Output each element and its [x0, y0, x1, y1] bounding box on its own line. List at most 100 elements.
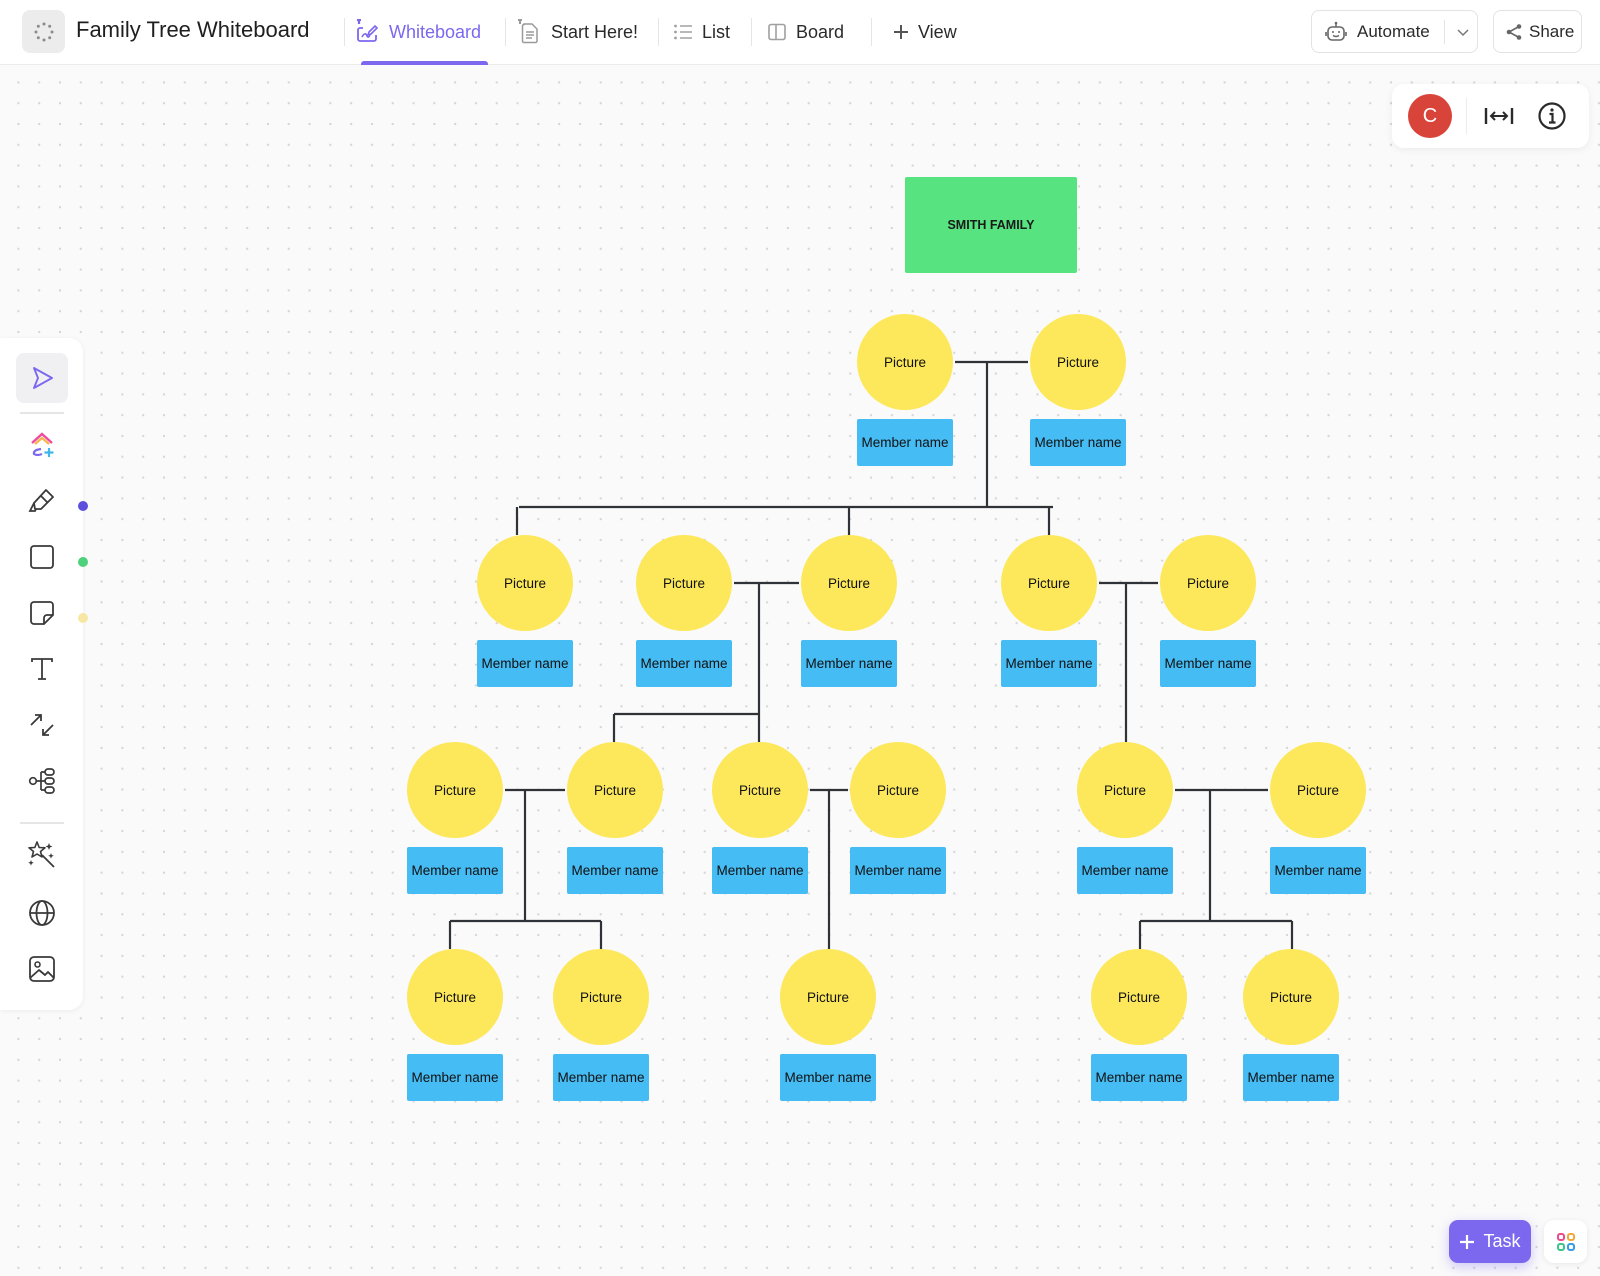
family-member[interactable]: Picture Member name — [636, 535, 732, 687]
connector-tool[interactable] — [16, 700, 68, 750]
family-member[interactable]: Picture Member name — [712, 742, 808, 894]
apps-grid-icon — [1556, 1232, 1575, 1251]
divider — [658, 18, 659, 46]
picture-label: Picture — [663, 576, 705, 591]
select-tool[interactable] — [16, 353, 68, 403]
picture-label: Picture — [504, 576, 546, 591]
pen-color-indicator[interactable] — [78, 501, 88, 511]
tab-list[interactable]: List — [673, 14, 730, 50]
loading-dots-icon — [34, 22, 53, 41]
member-name-label: Member name — [640, 656, 727, 671]
picture-label: Picture — [828, 576, 870, 591]
family-member[interactable]: Picture Member name — [1270, 742, 1366, 894]
ai-create-tool[interactable] — [16, 420, 68, 470]
family-member[interactable]: Picture Member name — [477, 535, 573, 687]
globe-icon — [29, 900, 55, 926]
family-member[interactable]: Picture Member name — [407, 742, 503, 894]
title-text: SMITH FAMILY — [947, 218, 1035, 232]
family-member[interactable]: Picture Member name — [780, 949, 876, 1101]
tab-start-here[interactable]: Start Here! — [516, 14, 638, 50]
mind-map-tool[interactable] — [16, 756, 68, 806]
divider — [751, 18, 752, 46]
picture-label: Picture — [884, 355, 926, 370]
whiteboard-icon — [357, 19, 379, 42]
family-member[interactable]: Picture Member name — [1077, 742, 1173, 894]
info-button[interactable] — [1536, 100, 1568, 132]
picture-label: Picture — [1270, 990, 1312, 1005]
chevron-down-icon[interactable] — [1455, 24, 1471, 40]
family-tree-diagram: SMITH FAMILY Picture Member name Picture Me… — [407, 177, 1366, 1101]
connector-arrows-icon — [30, 714, 54, 736]
page-title: Family Tree Whiteboard — [76, 17, 310, 42]
sticky-note-tool[interactable] — [16, 588, 68, 638]
shape-tool[interactable] — [16, 532, 68, 582]
picture-label: Picture — [1187, 576, 1229, 591]
tab-label: View — [918, 21, 957, 42]
member-name-label: Member name — [805, 656, 892, 671]
family-member[interactable]: Picture Member name — [801, 535, 897, 687]
family-member[interactable]: Picture Member name — [567, 742, 663, 894]
cursor-icon — [33, 367, 53, 389]
whiteboard-toolbar — [0, 338, 88, 1010]
tab-whiteboard[interactable]: Whiteboard — [354, 14, 481, 50]
tab-label: Board — [796, 21, 845, 42]
list-icon — [674, 24, 692, 40]
picture-label: Picture — [877, 783, 919, 798]
family-member[interactable]: Picture Member name — [857, 314, 953, 466]
family-member[interactable]: Picture Member name — [1091, 949, 1187, 1101]
plus-icon — [1460, 1234, 1475, 1249]
image-icon — [29, 956, 55, 982]
member-name-label: Member name — [716, 863, 803, 878]
picture-label: Picture — [434, 783, 476, 798]
tab-label: List — [702, 21, 731, 42]
sticky-note-color-indicator[interactable] — [78, 613, 88, 623]
family-member[interactable]: Picture Member name — [850, 742, 946, 894]
shape-color-indicator[interactable] — [78, 557, 88, 567]
member-name-label: Member name — [411, 1070, 498, 1085]
active-tab-indicator — [361, 61, 488, 65]
member-name-label: Member name — [854, 863, 941, 878]
add-task-button[interactable]: Task — [1449, 1220, 1531, 1263]
divider — [344, 18, 345, 46]
magic-wand-icon — [28, 841, 55, 868]
ai-create-icon — [31, 432, 54, 457]
pen-tool[interactable] — [16, 476, 68, 526]
family-member[interactable]: Picture Member name — [553, 949, 649, 1101]
board-icon — [768, 23, 786, 41]
share-button[interactable]: Share — [1493, 10, 1582, 53]
member-name-label: Member name — [411, 863, 498, 878]
image-tool[interactable] — [16, 944, 68, 994]
whiteboard-canvas[interactable]: SMITH FAMILY Picture Member name Picture Me… — [0, 66, 1600, 1276]
member-name-label: Member name — [571, 863, 658, 878]
divider — [505, 18, 506, 46]
apps-button[interactable] — [1544, 1220, 1587, 1263]
fit-width-button[interactable] — [1482, 100, 1516, 132]
ai-magic-tool[interactable] — [16, 830, 68, 880]
family-member[interactable]: Picture Member name — [1001, 535, 1097, 687]
space-icon[interactable] — [22, 10, 65, 53]
add-view-button[interactable]: View — [893, 14, 957, 50]
share-label: Share — [1529, 21, 1575, 41]
family-member[interactable]: Picture Member name — [1160, 535, 1256, 687]
picture-label: Picture — [1297, 783, 1339, 798]
member-name-label: Member name — [861, 435, 948, 450]
tab-label: Start Here! — [551, 21, 639, 42]
top-bar: Family Tree Whiteboard Whiteboard Start … — [0, 0, 1600, 65]
picture-label: Picture — [594, 783, 636, 798]
family-member[interactable]: Picture Member name — [407, 949, 503, 1101]
tab-board[interactable]: Board — [767, 14, 844, 50]
family-member[interactable]: Picture Member name — [1030, 314, 1126, 466]
member-name-label: Member name — [557, 1070, 644, 1085]
embed-tool[interactable] — [16, 888, 68, 938]
automate-button[interactable]: Automate — [1311, 10, 1478, 53]
family-member[interactable]: Picture Member name — [1243, 949, 1339, 1101]
picture-label: Picture — [1057, 355, 1099, 370]
automate-label: Automate — [1357, 21, 1430, 41]
divider — [1466, 98, 1467, 134]
avatar[interactable]: C — [1408, 94, 1452, 138]
title-node[interactable]: SMITH FAMILY — [905, 177, 1077, 273]
text-tool[interactable] — [16, 644, 68, 694]
tab-label: Whiteboard — [389, 21, 482, 42]
picture-label: Picture — [807, 990, 849, 1005]
member-name-label: Member name — [481, 656, 568, 671]
